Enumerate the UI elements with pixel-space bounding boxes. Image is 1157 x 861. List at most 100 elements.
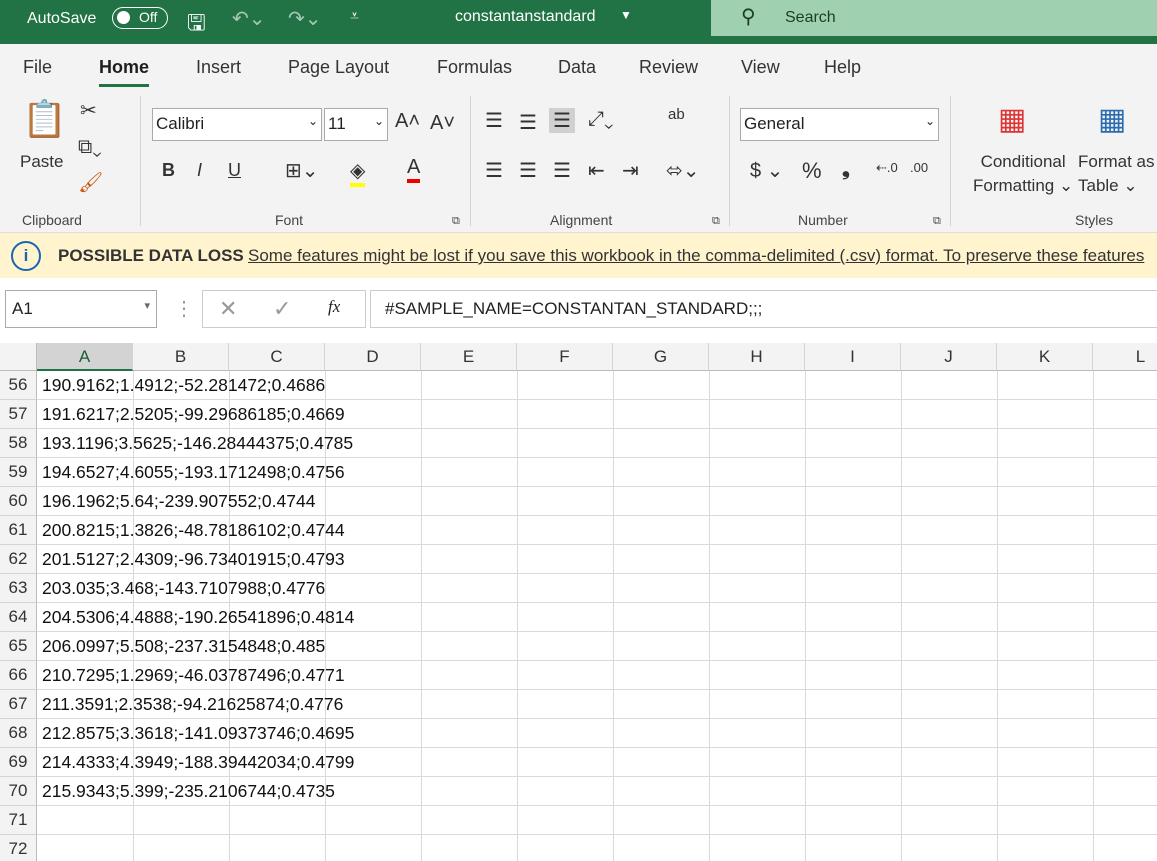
- paste-icon[interactable]: 📋: [22, 98, 67, 140]
- column-header-G[interactable]: G: [613, 343, 709, 371]
- underline-button[interactable]: U: [228, 160, 241, 181]
- font-launcher-icon[interactable]: ⧉: [452, 215, 460, 228]
- row-header[interactable]: 68: [0, 719, 37, 748]
- column-header-K[interactable]: K: [997, 343, 1093, 371]
- row-header[interactable]: 64: [0, 603, 37, 632]
- cell-a[interactable]: 196.1962;5.64;-239.907552;0.4744: [42, 487, 315, 516]
- row-header[interactable]: 57: [0, 400, 37, 429]
- tab-help[interactable]: Help: [824, 57, 861, 78]
- row-header[interactable]: 60: [0, 487, 37, 516]
- format-painter-icon[interactable]: 🖌: [78, 170, 103, 195]
- wrap-text-icon[interactable]: ab: [668, 106, 685, 123]
- spreadsheet-grid[interactable]: ABCDEFGHIJKL 56 190.9162;1.4912;-52.28147…: [0, 343, 1157, 861]
- column-header-J[interactable]: J: [901, 343, 997, 371]
- orientation-icon[interactable]: ⤢⌄: [588, 108, 613, 131]
- italic-button[interactable]: I: [197, 160, 202, 181]
- row-header[interactable]: 66: [0, 661, 37, 690]
- undo-icon[interactable]: ↶⌄: [232, 6, 266, 31]
- tab-view[interactable]: View: [741, 57, 780, 78]
- column-header-E[interactable]: E: [421, 343, 517, 371]
- column-header-C[interactable]: C: [229, 343, 325, 371]
- cell-a[interactable]: 193.1196;3.5625;-146.28444375;0.4785: [42, 429, 353, 458]
- cell-a[interactable]: 194.6527;4.6055;-193.1712498;0.4756: [42, 458, 345, 487]
- number-format-select[interactable]: General ⌄: [740, 108, 939, 141]
- cell-a[interactable]: 212.8575;3.3618;-141.09373746;0.4695: [42, 719, 354, 748]
- number-launcher-icon[interactable]: ⧉: [933, 215, 941, 228]
- increase-font-icon[interactable]: A˄: [395, 110, 420, 133]
- increase-decimal-icon[interactable]: ⇠.0: [876, 160, 898, 176]
- currency-icon[interactable]: $ ⌄: [750, 158, 783, 183]
- cell-a[interactable]: 206.0997;5.508;-237.3154848;0.485: [42, 632, 325, 661]
- search-box[interactable]: ⚲ Search: [711, 0, 1157, 36]
- conditional-formatting-icon[interactable]: ▦: [998, 102, 1026, 137]
- cell-a[interactable]: 201.5127;2.4309;-96.73401915;0.4793: [42, 545, 345, 574]
- bold-button[interactable]: B: [162, 160, 175, 181]
- decrease-decimal-icon[interactable]: .00: [910, 160, 928, 175]
- row-header[interactable]: 56: [0, 371, 37, 400]
- decrease-indent-icon[interactable]: ⇤: [588, 158, 605, 183]
- cut-icon[interactable]: ✂: [80, 98, 97, 123]
- format-as-table-icon[interactable]: ▦: [1098, 102, 1126, 137]
- cell-a[interactable]: 204.5306;4.4888;-190.26541896;0.4814: [42, 603, 354, 632]
- row-header[interactable]: 61: [0, 516, 37, 545]
- row-header[interactable]: 70: [0, 777, 37, 806]
- formula-input[interactable]: #SAMPLE_NAME=CONSTANTAN_STANDARD;;;: [370, 290, 1157, 328]
- save-icon[interactable]: 🖫: [187, 6, 206, 44]
- tab-formulas[interactable]: Formulas: [437, 57, 512, 78]
- row-header[interactable]: 71: [0, 806, 37, 835]
- align-left-icon[interactable]: ☰: [485, 158, 503, 183]
- tab-review[interactable]: Review: [639, 57, 698, 78]
- bottom-align-icon[interactable]: ☰: [549, 108, 575, 133]
- cell-a[interactable]: 210.7295;1.2969;-46.03787496;0.4771: [42, 661, 345, 690]
- row-header[interactable]: 69: [0, 748, 37, 777]
- format-as-table-button[interactable]: Format as Table ⌄: [1078, 150, 1155, 198]
- cancel-icon[interactable]: ✕: [219, 296, 237, 322]
- name-box[interactable]: A1 ▾: [5, 290, 157, 328]
- autosave-toggle[interactable]: Off: [112, 7, 168, 29]
- font-color-icon[interactable]: A: [407, 156, 421, 183]
- tab-file[interactable]: File: [23, 57, 52, 78]
- font-size-select[interactable]: 11 ⌄: [324, 108, 388, 141]
- copy-icon[interactable]: ⧉⌄: [78, 136, 102, 159]
- column-header-H[interactable]: H: [709, 343, 805, 371]
- column-header-I[interactable]: I: [805, 343, 901, 371]
- tab-insert[interactable]: Insert: [196, 57, 241, 78]
- row-header[interactable]: 62: [0, 545, 37, 574]
- row-header[interactable]: 67: [0, 690, 37, 719]
- cell-a[interactable]: 203.035;3.468;-143.7107988;0.4776: [42, 574, 325, 603]
- row-header[interactable]: 59: [0, 458, 37, 487]
- percent-icon[interactable]: %: [802, 158, 822, 184]
- middle-align-icon[interactable]: ☰: [519, 110, 537, 135]
- enter-icon[interactable]: ✓: [273, 296, 291, 322]
- filename-chevron-icon[interactable]: ▼: [620, 8, 632, 22]
- column-header-D[interactable]: D: [325, 343, 421, 371]
- align-center-icon[interactable]: ☰: [519, 158, 537, 183]
- merge-center-icon[interactable]: ⬄⌄: [666, 158, 700, 183]
- cell-a[interactable]: 190.9162;1.4912;-52.281472;0.4686: [42, 371, 325, 400]
- cell-a[interactable]: 215.9343;5.399;-235.2106744;0.4735: [42, 777, 335, 806]
- redo-icon[interactable]: ↷⌄: [288, 6, 322, 31]
- cell-a[interactable]: 214.4333;4.3949;-188.39442034;0.4799: [42, 748, 354, 777]
- cell-a[interactable]: 191.6217;2.5205;-99.29686185;0.4669: [42, 400, 345, 429]
- insert-function-icon[interactable]: fx: [328, 297, 340, 317]
- fill-color-icon[interactable]: ◈: [350, 158, 366, 187]
- comma-style-icon[interactable]: ❟: [842, 158, 850, 181]
- decrease-font-icon[interactable]: A˅: [430, 112, 455, 135]
- paste-button[interactable]: Paste: [20, 152, 63, 172]
- align-right-icon[interactable]: ☰: [553, 158, 571, 183]
- tab-home[interactable]: Home: [99, 57, 150, 87]
- top-align-icon[interactable]: ☰: [485, 108, 503, 133]
- row-header[interactable]: 72: [0, 835, 37, 861]
- cell-a[interactable]: 200.8215;1.3826;-48.78186102;0.4744: [42, 516, 345, 545]
- column-header-B[interactable]: B: [133, 343, 229, 371]
- column-header-L[interactable]: L: [1093, 343, 1157, 371]
- customize-qat-icon[interactable]: ⩡: [350, 8, 359, 26]
- row-header[interactable]: 65: [0, 632, 37, 661]
- row-header[interactable]: 58: [0, 429, 37, 458]
- infobar-message-link[interactable]: Some features might be lost if you save …: [248, 246, 1144, 266]
- column-header-F[interactable]: F: [517, 343, 613, 371]
- filename[interactable]: constantanstandard: [455, 8, 596, 26]
- select-all-corner[interactable]: [0, 343, 37, 371]
- column-header-A[interactable]: A: [37, 343, 133, 371]
- conditional-formatting-button[interactable]: Conditional Formatting ⌄: [973, 150, 1073, 198]
